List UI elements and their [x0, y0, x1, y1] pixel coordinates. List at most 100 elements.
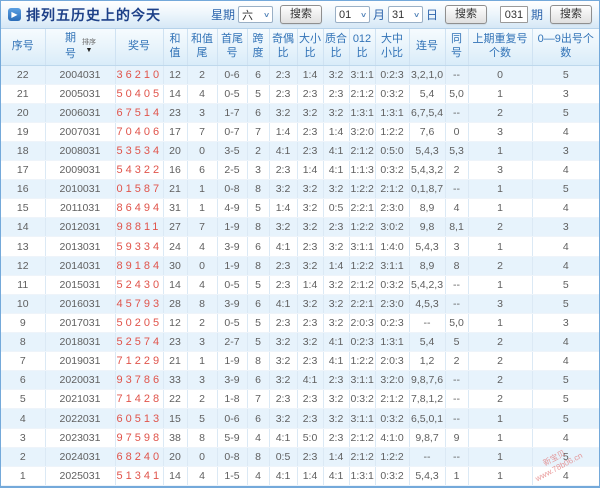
cell-sum-tail: 0: [186, 256, 217, 276]
col-sum: 和值: [162, 29, 187, 66]
cell-first-last: 0-6: [216, 65, 247, 85]
cell-consecutive: 1,2: [408, 351, 445, 372]
cell-span: 8: [246, 351, 269, 372]
col-big-small: 大小比: [296, 29, 323, 66]
cell-prize: 36210: [114, 65, 163, 85]
issue-label: 期: [530, 8, 543, 22]
issue-search-group: 期 搜索: [499, 5, 592, 24]
cell-same: --: [444, 370, 468, 391]
cell-span: 8: [246, 179, 269, 200]
cell-digit-count: 5: [531, 408, 599, 429]
issue-input[interactable]: [499, 6, 528, 23]
cell-prev-repeat: 1: [467, 236, 532, 257]
cell-big-mid-small: 1:3:1: [374, 332, 409, 353]
week-label: 星期: [210, 8, 235, 22]
cell-odd-even: 3:2: [268, 332, 297, 353]
cell-big-small: 3:2: [296, 103, 323, 123]
cell-digit-count: 3: [531, 84, 599, 104]
cell-odd-even: 2:3: [268, 84, 297, 104]
col-index: 序号: [1, 29, 45, 66]
cell-prize: 70406: [114, 122, 163, 142]
cell-span: 6: [246, 408, 269, 429]
day-select[interactable]: 31 ∨: [387, 6, 423, 23]
cell-consecutive: 5,4,2,3: [408, 275, 445, 295]
cell-span: 6: [246, 103, 269, 123]
cell-digit-count: 5: [531, 294, 599, 314]
cell-issue: 2013031: [44, 236, 115, 257]
cell-sum: 21: [162, 179, 187, 200]
cell-first-last: 1-9: [216, 256, 247, 276]
cell-odd-even: 3:2: [268, 370, 297, 391]
table-row: 4 2022031 60513 15 5 0-6 6 3:2 2:3 3:2 3:1:1 0:3:2 6…: [1, 408, 599, 429]
cell-big-small: 1:4: [296, 65, 323, 85]
cell-odd-even: 4:1: [268, 294, 297, 314]
table-row: 21 2005031 50405 14 4 0-5 5 2:3 2:3 2:3 2:1:2 0:3:2…: [1, 84, 599, 104]
cell-span: 5: [246, 84, 269, 104]
week-search-button[interactable]: 搜索: [279, 5, 322, 24]
cell-first-last: 1-7: [216, 103, 247, 123]
cell-zero-one-two: 1:3:1: [348, 103, 375, 123]
date-search-group: 01 ∨ 月 31 ∨ 日 搜索: [334, 5, 487, 24]
table-row: 16 2010031 01587 21 1 0-8 8 3:2 3:2 3:2 1:2:2 2:1:2…: [1, 179, 599, 200]
table-body: 22 2004031 36210 12 2 0-6 6 2:3 1:4 3:2 3:1:1 0:2:3…: [1, 65, 599, 486]
cell-span: 5: [246, 332, 269, 353]
month-select[interactable]: 01 ∨: [334, 6, 370, 23]
cell-prime-composite: 3:2: [322, 65, 349, 85]
cell-issue: 2017031: [44, 313, 115, 334]
cell-odd-even: 2:3: [268, 313, 297, 334]
cell-prime-composite: 2:3: [322, 428, 349, 448]
cell-big-mid-small: 2:3:0: [374, 198, 409, 219]
cell-odd-even: 3:2: [268, 351, 297, 372]
table-row: 9 2017031 50205 12 2 0-5 5 2:3 2:3 3:2 2:0:3 0:2:3-…: [1, 313, 599, 334]
cell-issue: 2010031: [44, 179, 115, 200]
cell-sum: 38: [162, 428, 187, 448]
cell-prime-composite: 3:2: [322, 389, 349, 410]
sort-label: 排序: [82, 39, 96, 47]
cell-digit-count: 3: [531, 217, 599, 238]
cell-consecutive: 8,9: [408, 256, 445, 276]
week-select[interactable]: 六 ∨: [237, 6, 273, 23]
cell-span: 6: [246, 294, 269, 314]
date-search-button[interactable]: 搜索: [444, 5, 487, 24]
month-select-value: 01: [338, 8, 352, 21]
cell-prev-repeat: 3: [467, 294, 532, 314]
cell-prime-composite: 1:4: [322, 447, 349, 467]
cell-digit-count: 4: [531, 428, 599, 448]
cell-digit-count: 4: [531, 256, 599, 276]
cell-prime-composite: 2:3: [322, 370, 349, 391]
cell-same: 1: [444, 466, 468, 486]
cell-prize: 59334: [114, 236, 163, 257]
cell-index: 15: [1, 198, 45, 219]
cell-big-mid-small: 3:2:0: [374, 370, 409, 391]
cell-span: 5: [246, 275, 269, 295]
cell-consecutive: 7,8,1,2: [408, 389, 445, 410]
cell-sum: 23: [162, 103, 187, 123]
cell-sum: 14: [162, 275, 187, 295]
cell-prev-repeat: 1: [467, 447, 532, 467]
cell-index: 1: [1, 466, 45, 486]
cell-prime-composite: 3:2: [322, 236, 349, 257]
cell-consecutive: 7,6: [408, 122, 445, 142]
cell-zero-one-two: 0:2:3: [348, 332, 375, 353]
cell-index: 16: [1, 179, 45, 200]
issue-search-button[interactable]: 搜索: [550, 5, 592, 24]
cell-prize: 01587: [114, 179, 163, 200]
cell-same: 5,3: [444, 141, 468, 162]
cell-sum: 21: [162, 351, 187, 372]
cell-big-mid-small: 4:1:0: [374, 428, 409, 448]
cell-sum-tail: 1: [186, 351, 217, 372]
cell-first-last: 1-5: [216, 466, 247, 486]
cell-odd-even: 3:2: [268, 217, 297, 238]
cell-first-last: 0-8: [216, 179, 247, 200]
cell-sum-tail: 3: [186, 103, 217, 123]
sort-control[interactable]: 排序 ▼: [82, 39, 96, 54]
cell-zero-one-two: 2:1:2: [348, 84, 375, 104]
cell-prime-composite: 0:5: [322, 198, 349, 219]
cell-prime-composite: 4:1: [322, 160, 349, 181]
cell-first-last: 0-5: [216, 313, 247, 334]
cell-prev-repeat: 2: [467, 256, 532, 276]
cell-first-last: 4-9: [216, 198, 247, 219]
title-bullet-icon: ▶: [8, 8, 21, 21]
cell-big-small: 2:3: [296, 408, 323, 429]
cell-issue: 2016031: [44, 294, 115, 314]
